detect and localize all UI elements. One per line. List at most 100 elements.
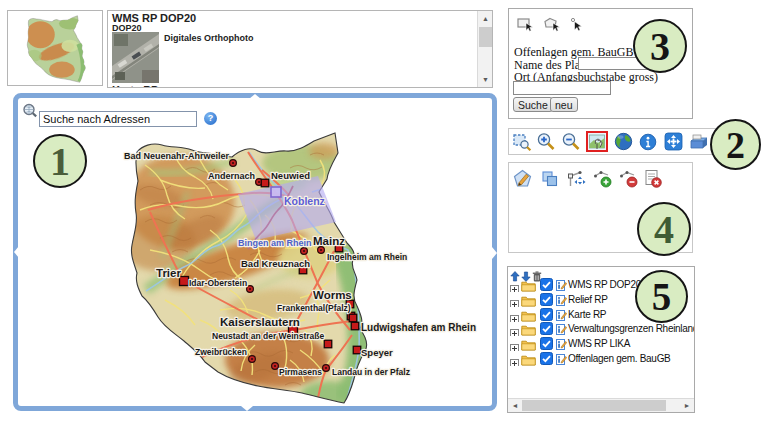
layer-label[interactable]: WMS RP LIKA (568, 338, 630, 349)
layer-label[interactable]: Verwaltungsgrenzen Rheinland-Pfalz (568, 323, 694, 334)
city-label: Bad Neuenahr-Ahrweiler (124, 151, 230, 161)
annotation-number: 1 (50, 138, 70, 185)
layer-edit-icon[interactable] (556, 277, 567, 292)
map-canvas[interactable]: Bad Neuenahr-Ahrweiler Andernach Neuwied Ko… (18, 98, 492, 406)
digitize-rectangle-icon[interactable] (517, 17, 534, 37)
digitize-delete-geometry-button[interactable] (642, 169, 662, 188)
toolbar-zoom-box-button[interactable] (511, 131, 533, 152)
expand-icon[interactable] (510, 339, 519, 351)
city-marker (324, 340, 332, 348)
layer-checkbox[interactable] (540, 292, 553, 307)
city-label: Idar-Oberstein (189, 278, 247, 288)
digitize-move-vertex-button[interactable] (566, 169, 586, 188)
layer-label[interactable]: Offenlagen gem. BauGB (568, 353, 670, 364)
digitize-add-vertex-button[interactable] (592, 169, 612, 188)
city-marker (247, 286, 254, 293)
layer-edit-icon[interactable] (556, 307, 567, 322)
expand-icon[interactable] (510, 324, 519, 336)
annotation-circle-2: 2 (710, 119, 761, 170)
digitize-edit-polygon-button[interactable] (512, 169, 532, 188)
city-label: Andernach (208, 171, 255, 181)
toolbar-zoom-in-button[interactable] (535, 131, 557, 152)
city-label: Neustadt an der Weinstraße (212, 331, 325, 341)
layer-checkbox[interactable] (540, 321, 553, 336)
city-label: Speyer (361, 347, 393, 358)
folder-icon[interactable] (521, 322, 536, 336)
layer-checkbox[interactable] (540, 336, 553, 351)
scroll-left-icon[interactable]: ◄ (508, 399, 522, 412)
toolbar-extent-button[interactable] (662, 131, 684, 152)
layer-edit-icon[interactable] (556, 292, 567, 307)
layer-row: Offenlagen gem. BauGB (509, 351, 694, 366)
collapse-arrow-left-icon[interactable] (14, 246, 19, 258)
layer-label[interactable]: Karte RP (568, 309, 606, 320)
layer-row: WMS RP LIKA (509, 336, 694, 351)
ort-input[interactable] (513, 81, 611, 95)
map-viewport[interactable]: Bad Neuenahr-Ahrweiler Andernach Neuwied Ko… (13, 93, 497, 411)
layer-checkbox[interactable] (540, 307, 553, 322)
digitize-remove-vertex-button[interactable] (618, 169, 638, 188)
toolbar-info-button[interactable] (637, 131, 659, 152)
city-label: Frankenthal(Pfalz) (277, 303, 351, 313)
map-toolbar-panel (508, 128, 722, 155)
toolbar-pan-map-button[interactable] (586, 131, 608, 152)
thumbnail-caption: Digitales Orthophoto (164, 33, 254, 43)
expand-icon[interactable] (510, 310, 519, 322)
annotation-circle-5: 5 (635, 270, 688, 323)
scrollbar-thumb[interactable] (479, 27, 492, 47)
scroll-down-icon[interactable]: ▼ (478, 72, 493, 87)
city-marker (323, 365, 330, 372)
scrollbar-thumb[interactable] (522, 400, 666, 411)
city-marker (301, 248, 308, 255)
city-marker (272, 363, 279, 370)
city-marker (261, 179, 269, 187)
city-marker (249, 356, 256, 363)
digitize-point-icon[interactable] (570, 17, 582, 37)
folder-icon[interactable] (521, 293, 536, 307)
city-label: Ingelheim am Rhein (327, 252, 407, 262)
layer-label[interactable]: Relief RP (568, 294, 608, 305)
scroll-up-icon[interactable]: ▲ (478, 11, 493, 26)
city-marker (351, 322, 359, 330)
folder-icon[interactable] (521, 278, 536, 292)
address-search-input[interactable] (39, 111, 197, 127)
folder-icon[interactable] (521, 352, 536, 366)
city-label: Koblenz (284, 195, 325, 207)
next-layer-title: Karte RP (112, 84, 158, 88)
toolbar-zoom-out-button[interactable] (560, 131, 582, 152)
city-label: Neuwied (271, 170, 310, 181)
city-label: Trier (156, 267, 181, 279)
digitize-copy-geometry-button[interactable] (539, 169, 559, 188)
digitize-polygon-icon[interactable] (543, 17, 561, 37)
city-marker (318, 247, 325, 254)
expand-icon[interactable] (510, 354, 519, 366)
toolbar-print-button[interactable] (688, 131, 710, 152)
tree-horizontal-scrollbar[interactable]: ◄ ► (508, 398, 694, 412)
collapse-arrow-top-icon[interactable] (249, 94, 261, 99)
folder-icon[interactable] (521, 337, 536, 351)
list-vertical-scrollbar[interactable]: ▲ ▼ (477, 11, 492, 87)
annotation-circle-1: 1 (33, 134, 87, 188)
expand-icon[interactable] (510, 295, 519, 307)
help-icon[interactable]: ? (204, 112, 217, 125)
city-label: Bingen am Rhein (238, 238, 312, 248)
layer-edit-icon[interactable] (556, 351, 567, 366)
layer-edit-icon[interactable] (556, 321, 567, 336)
scroll-right-icon[interactable]: ► (680, 399, 694, 412)
toolbar-globe-button[interactable] (612, 131, 634, 152)
suche-button[interactable]: Suche (513, 97, 553, 112)
city-label: Worms (313, 289, 352, 301)
layer-checkbox[interactable] (540, 277, 553, 292)
folder-icon[interactable] (521, 308, 536, 322)
collapse-arrow-right-icon[interactable] (492, 247, 497, 259)
layer-checkbox[interactable] (540, 351, 553, 366)
expand-icon[interactable] (510, 280, 519, 292)
layer-label[interactable]: WMS RP DOP20 (568, 279, 641, 290)
city-marker (349, 314, 357, 322)
city-label: Kaiserslautern (220, 316, 300, 328)
city-label: Bad Kreuznach (241, 258, 310, 269)
layer-edit-icon[interactable] (556, 336, 567, 351)
neu-button[interactable]: neu (550, 97, 578, 112)
city-label: Ludwigshafen am Rhein (361, 322, 476, 333)
collapse-arrow-bottom-icon[interactable] (241, 406, 253, 411)
